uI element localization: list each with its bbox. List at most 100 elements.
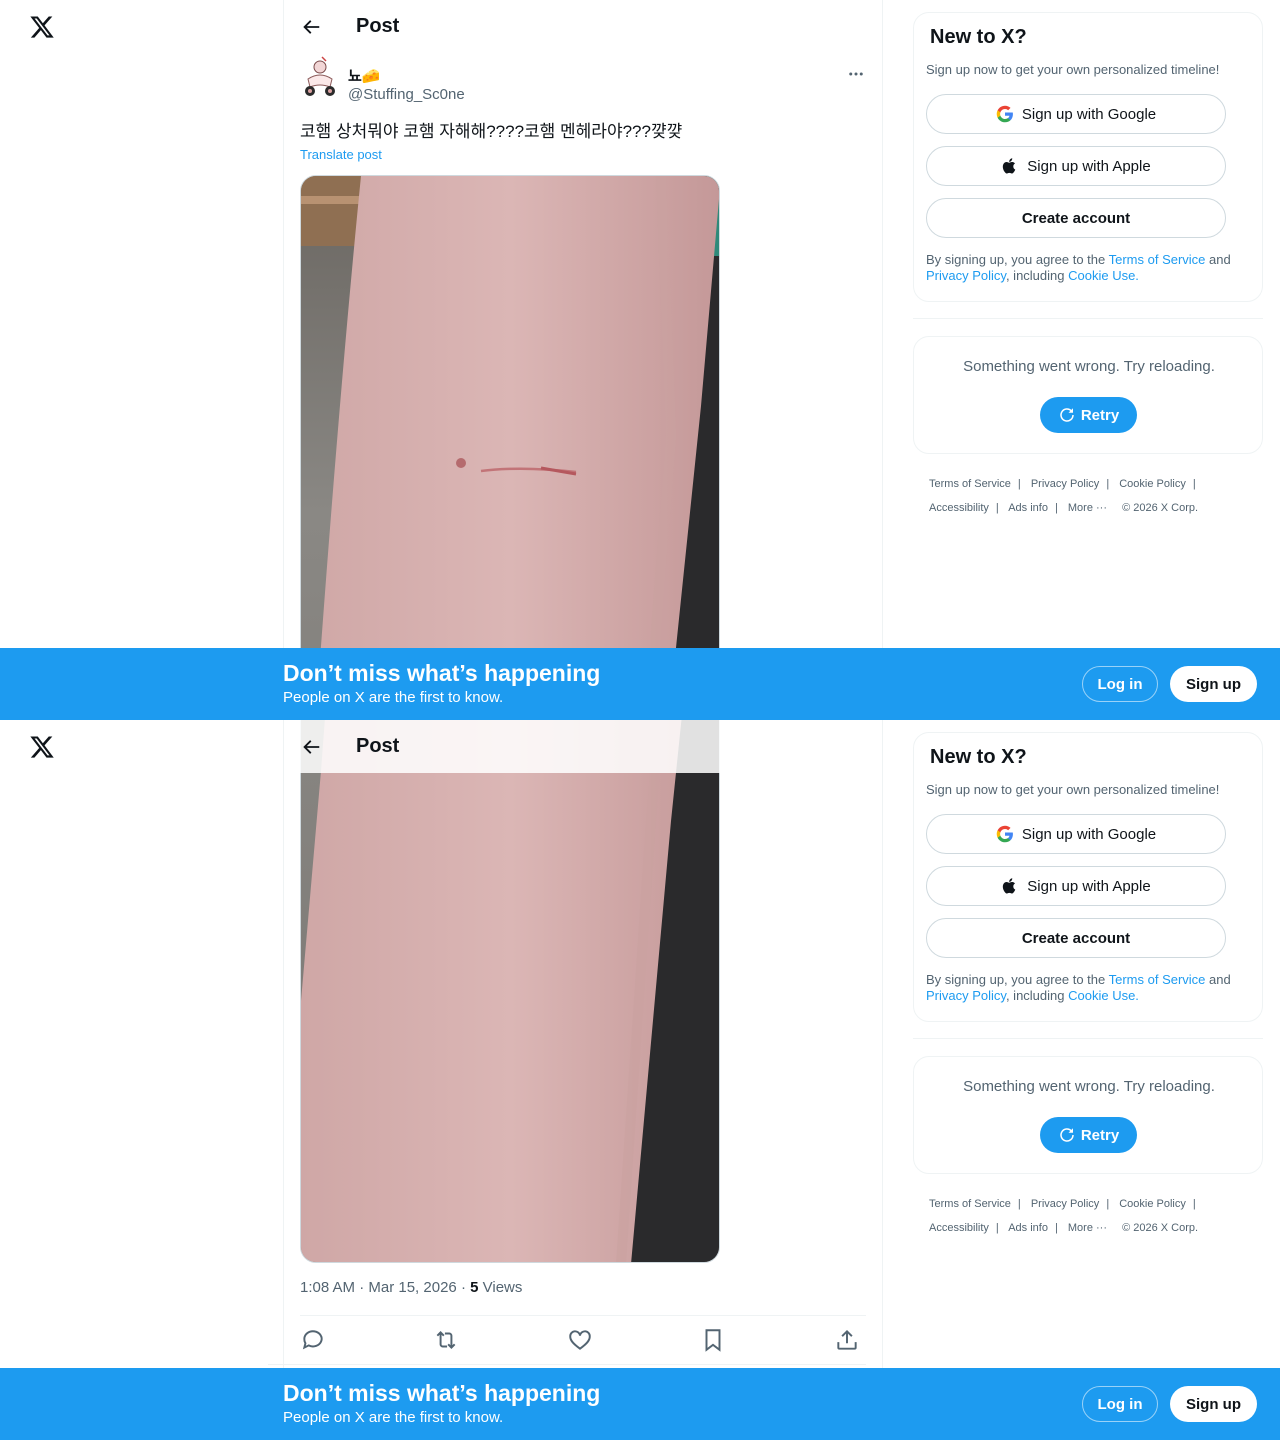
footer-separator: | xyxy=(1054,1222,1058,1234)
terms-link[interactable]: Terms of Service xyxy=(1109,972,1206,987)
footer-cookie[interactable]: Cookie Policy xyxy=(1119,478,1186,490)
banner-title: Don’t miss what’s happening xyxy=(283,1380,601,1406)
footer-terms[interactable]: Terms of Service xyxy=(929,1198,1011,1210)
footer-accessibility[interactable]: Accessibility xyxy=(929,1222,989,1234)
create-account-button[interactable]: Create account xyxy=(926,198,1226,238)
footer-ads-info[interactable]: Ads info xyxy=(1008,502,1048,514)
divider xyxy=(913,1038,1263,1039)
reply-icon[interactable] xyxy=(300,1327,326,1353)
privacy-link[interactable]: Privacy Policy xyxy=(926,988,1006,1003)
signup-title: New to X? xyxy=(930,746,1027,768)
signup-subtitle: Sign up now to get your own personalized… xyxy=(926,62,1220,77)
signup-button[interactable]: Sign up xyxy=(1170,666,1257,702)
author-name[interactable]: 뇨🧀 xyxy=(348,65,380,86)
footer-links: Terms of Service | Privacy Policy | Cookie… xyxy=(929,1192,1249,1240)
tweet-photo[interactable] xyxy=(300,175,720,720)
divider xyxy=(913,318,1263,319)
arm-photo xyxy=(301,720,719,1262)
error-message: Something went wrong. Try reloading. xyxy=(963,1078,1215,1095)
primary-column: Post 1:08 AM · Mar 15, 2026 · 5 Views xyxy=(268,720,883,1440)
signup-legal: By signing up, you agree to the Terms of… xyxy=(926,252,1256,284)
tweet-text: 코햄 상처뭐야 코햄 자해해????코햄 멘헤라야???꺚꺚 xyxy=(300,122,683,141)
footer-separator: | xyxy=(995,1222,999,1234)
footer-separator: | xyxy=(1106,478,1110,490)
signup-google-button[interactable]: Sign up with Google xyxy=(926,94,1226,134)
legal-and: and xyxy=(1205,972,1231,987)
primary-column: Post 뇨🧀 @Stuffing_Sc0ne 코햄 상처뭐야 코햄 자해해??… xyxy=(283,0,883,720)
signup-google-label: Sign up with Google xyxy=(1021,825,1157,843)
viewport-bottom: Post 1:08 AM · Mar 15, 2026 · 5 Views Ne… xyxy=(0,720,1280,1440)
footer-separator: | xyxy=(1017,1198,1021,1210)
signup-subtitle: Sign up now to get your own personalized… xyxy=(926,782,1220,797)
footer-separator: | xyxy=(1017,478,1021,490)
views-label: Views xyxy=(482,1279,523,1296)
privacy-link[interactable]: Privacy Policy xyxy=(926,268,1006,283)
signup-google-button[interactable]: Sign up with Google xyxy=(926,814,1226,854)
footer-more[interactable]: More ··· xyxy=(1068,1222,1107,1234)
footer-cookie[interactable]: Cookie Policy xyxy=(1119,1198,1186,1210)
retry-icon xyxy=(1060,1128,1074,1142)
error-card: Something went wrong. Try reloading. Ret… xyxy=(913,1056,1263,1174)
signup-apple-label: Sign up with Apple xyxy=(1027,157,1151,175)
retry-label: Retry xyxy=(1080,406,1120,424)
cookie-link[interactable]: Cookie Use. xyxy=(1068,268,1139,283)
google-icon xyxy=(996,825,1013,843)
retry-button[interactable]: Retry xyxy=(1040,397,1137,433)
repost-icon[interactable] xyxy=(433,1327,459,1353)
x-logo-icon[interactable] xyxy=(29,14,55,40)
like-icon[interactable] xyxy=(567,1327,593,1353)
more-icon[interactable] xyxy=(847,65,865,83)
back-arrow-icon[interactable] xyxy=(300,16,322,38)
signup-apple-label: Sign up with Apple xyxy=(1027,877,1151,895)
bookmark-icon[interactable] xyxy=(700,1327,726,1353)
footer-separator: | xyxy=(995,502,999,514)
meta-separator: · xyxy=(460,1279,471,1296)
signup-card: New to X? Sign up now to get your own pe… xyxy=(913,12,1263,302)
login-button[interactable]: Log in xyxy=(1082,666,1158,702)
legal-prefix: By signing up, you agree to the xyxy=(926,972,1109,987)
terms-link[interactable]: Terms of Service xyxy=(1109,252,1206,267)
footer-privacy[interactable]: Privacy Policy xyxy=(1031,1198,1099,1210)
signup-button[interactable]: Sign up xyxy=(1170,1386,1257,1422)
banner-subtitle: People on X are the first to know. xyxy=(283,689,504,706)
avatar[interactable] xyxy=(300,53,340,101)
apple-icon xyxy=(1003,878,1016,894)
login-banner: Don’t miss what’s happening People on X … xyxy=(0,1368,1280,1440)
footer-copyright: © 2026 X Corp. xyxy=(1122,502,1199,514)
footer-accessibility[interactable]: Accessibility xyxy=(929,502,989,514)
signup-apple-button[interactable]: Sign up with Apple xyxy=(926,146,1226,186)
footer-terms[interactable]: Terms of Service xyxy=(929,478,1011,490)
share-icon[interactable] xyxy=(834,1327,860,1353)
signup-google-label: Sign up with Google xyxy=(1021,105,1157,123)
tweet-photo[interactable] xyxy=(300,720,720,1263)
signup-apple-button[interactable]: Sign up with Apple xyxy=(926,866,1226,906)
footer-more[interactable]: More ··· xyxy=(1068,502,1107,514)
page-title: Post xyxy=(356,735,400,757)
footer-links: Terms of Service | Privacy Policy | Cookie… xyxy=(929,472,1249,520)
divider xyxy=(268,1364,866,1365)
back-arrow-icon[interactable] xyxy=(300,736,322,758)
banner-title: Don’t miss what’s happening xyxy=(283,660,601,686)
author-handle[interactable]: @Stuffing_Sc0ne xyxy=(348,86,465,103)
cookie-link[interactable]: Cookie Use. xyxy=(1068,988,1139,1003)
login-button[interactable]: Log in xyxy=(1082,1386,1158,1422)
footer-copyright: © 2026 X Corp. xyxy=(1122,1222,1199,1234)
tweet-meta: 1:08 AM · Mar 15, 2026 · 5 Views xyxy=(300,1279,522,1296)
post-header: Post xyxy=(284,0,882,53)
retry-button[interactable]: Retry xyxy=(1040,1117,1137,1153)
error-message: Something went wrong. Try reloading. xyxy=(963,358,1215,375)
arm-photo xyxy=(301,176,719,720)
legal-including: , including xyxy=(1005,988,1069,1003)
footer-ads-info[interactable]: Ads info xyxy=(1008,1222,1048,1234)
footer-separator: | xyxy=(1054,502,1058,514)
apple-icon xyxy=(1003,158,1016,174)
footer-privacy[interactable]: Privacy Policy xyxy=(1031,478,1099,490)
translate-link[interactable]: Translate post xyxy=(300,147,382,162)
create-account-button[interactable]: Create account xyxy=(926,918,1226,958)
login-banner: Don’t miss what’s happening People on X … xyxy=(0,648,1280,720)
x-logo-icon[interactable] xyxy=(29,734,55,760)
footer-separator: | xyxy=(1192,1198,1196,1210)
footer-separator: | xyxy=(1106,1198,1110,1210)
tweet-time[interactable]: 1:08 AM · Mar 15, 2026 xyxy=(300,1279,457,1296)
signup-title: New to X? xyxy=(930,26,1027,48)
